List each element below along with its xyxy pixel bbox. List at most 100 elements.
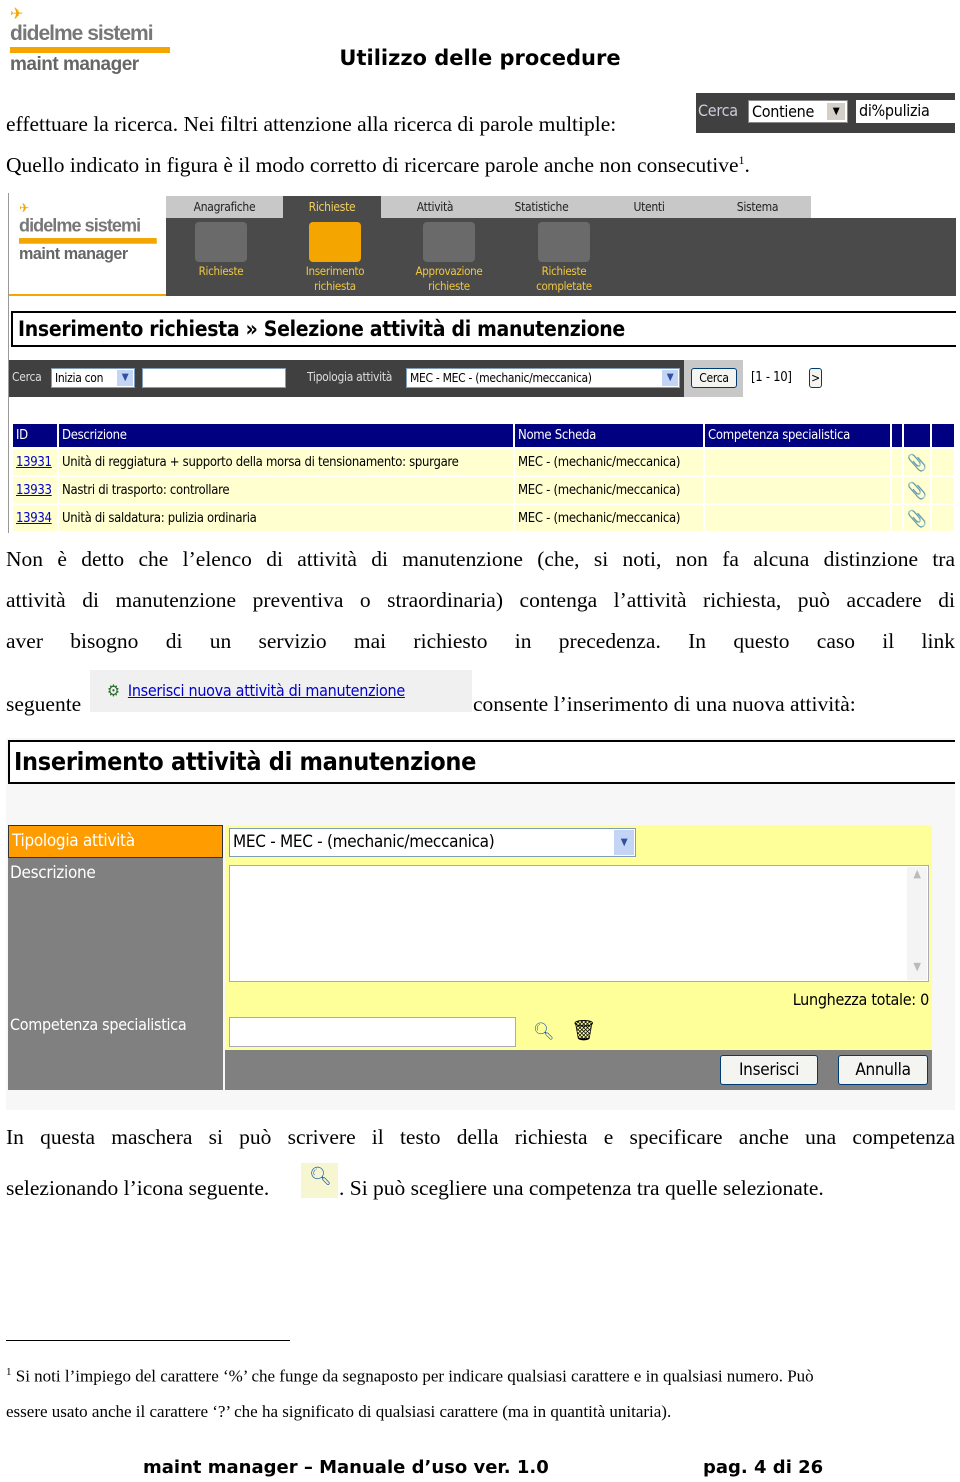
footnote-line-2: essere usato anche il carattere ‘?’ che … bbox=[6, 1402, 672, 1421]
tipologia-select[interactable]: MEC - MEC - (mechanic/meccanica) ▼ bbox=[229, 828, 636, 857]
para2-line-2-end: . Si può scegliere una competenza tra qu… bbox=[339, 1176, 824, 1200]
tab-attivita[interactable]: Attività bbox=[381, 196, 489, 218]
column-header-extra bbox=[892, 424, 902, 447]
table-row: 13931 Unità di reggiatura + supporto del… bbox=[13, 449, 954, 475]
table-row: 13934 Unità di saldatura: pulizia ordina… bbox=[13, 505, 954, 531]
row-id-link[interactable]: 13934 bbox=[16, 511, 52, 526]
competenza-label: Competenza specialistica bbox=[10, 1015, 187, 1034]
row-competenza bbox=[705, 505, 890, 531]
footer-page-number: pag. 4 di 26 bbox=[703, 1457, 824, 1478]
paperclip-icon[interactable]: 📎 bbox=[904, 505, 930, 531]
nav-richieste[interactable]: Richieste bbox=[171, 222, 271, 279]
chevron-down-icon: ▼ bbox=[662, 370, 678, 386]
row-id-link[interactable]: 13933 bbox=[16, 483, 52, 498]
inserisci-button[interactable]: Inserisci bbox=[720, 1055, 818, 1085]
screenshot-selezione-attivita: ✈ didelme sistemi maint manager Anagrafi… bbox=[8, 193, 956, 533]
row-id-link[interactable]: 13931 bbox=[16, 455, 52, 470]
activity-table: ID Descrizione Nome Scheda Competenza sp… bbox=[11, 422, 956, 533]
intro-line-1: effettuare la ricerca. Nei filtri attenz… bbox=[6, 112, 617, 136]
nav-panel: Richieste Inserimento richiesta Approvazi… bbox=[166, 218, 956, 296]
textarea-scrollbar[interactable]: ▲ ▼ bbox=[907, 867, 927, 980]
row-scheda: MEC - (mechanic/meccanica) bbox=[518, 510, 681, 526]
page-header-title: Utilizzo delle procedure bbox=[339, 46, 621, 70]
search-example-image: Cerca Contiene ▼ di%pulizia bbox=[696, 93, 955, 133]
nav-approvazione-richieste[interactable]: Approvazione richieste bbox=[399, 222, 499, 294]
footnote-divider bbox=[6, 1340, 290, 1341]
chevron-down-icon: ▼ bbox=[614, 830, 634, 855]
row-scheda: MEC - (mechanic/meccanica) bbox=[518, 454, 681, 470]
footnote-line-1: 1 Si noti l’impiego del carattere ‘%’ ch… bbox=[6, 1366, 814, 1386]
tipologia-label: Tipologia attività bbox=[307, 370, 393, 384]
search-mode-select: Contiene ▼ bbox=[748, 100, 848, 123]
add-activity-icon: ⚙ bbox=[107, 681, 120, 700]
row-competenza bbox=[705, 477, 890, 503]
magnifier-icon: 🔍︎ bbox=[301, 1163, 338, 1198]
para1-line-4-start: seguente bbox=[6, 692, 82, 716]
chevron-down-icon: ▼ bbox=[117, 370, 133, 386]
stamp-icon bbox=[423, 222, 475, 262]
lunghezza-totale: Lunghezza totale: 0 bbox=[792, 990, 930, 1009]
documents-icon bbox=[538, 222, 590, 262]
screenshot-inserimento-attivita: Inserimento attività di manutenzione Tip… bbox=[6, 738, 955, 1110]
row-scheda: MEC - (mechanic/meccanica) bbox=[518, 482, 681, 498]
search-mode-select[interactable]: Inizia con ▼ bbox=[51, 368, 135, 388]
logo-text: didelme sistemi bbox=[10, 22, 154, 45]
descrizione-label: Descrizione bbox=[10, 863, 96, 883]
intro-line-2: Quello indicato in figura è il modo corr… bbox=[6, 153, 750, 178]
cerca-button[interactable]: Cerca bbox=[691, 368, 737, 388]
page-range: [1 - 10] bbox=[751, 370, 792, 385]
para1-line-1: Non è detto che l’elenco di attività di … bbox=[6, 547, 955, 571]
new-activity-link-image: ⚙ Inserisci nuova attività di manutenzio… bbox=[90, 670, 472, 712]
app-logo: ✈ didelme sistemi maint manager bbox=[19, 201, 157, 264]
column-header-competenza[interactable]: Competenza specialistica bbox=[705, 424, 890, 447]
trash-icon[interactable]: 🗑︎ bbox=[571, 1018, 596, 1042]
row-descrizione: Unità di reggiatura + supporto della mor… bbox=[62, 454, 459, 470]
table-row: 13933 Nastri di trasporto: controllare M… bbox=[13, 477, 954, 503]
para1-line-4-end: consente l’inserimento di una nuova atti… bbox=[473, 692, 856, 716]
phone-document-icon bbox=[195, 222, 247, 262]
annulla-button[interactable]: Annulla bbox=[838, 1055, 928, 1085]
competenza-input[interactable] bbox=[229, 1017, 516, 1047]
row-competenza bbox=[705, 449, 890, 475]
page-title: Inserimento richiesta » Selezione attivi… bbox=[11, 311, 956, 347]
filter-bar: Cerca Inizia con ▼ Tipologia attività MEC… bbox=[9, 360, 684, 397]
tipologia-select[interactable]: MEC - MEC - (mechanic/meccanica) ▼ bbox=[406, 368, 680, 388]
search-value: di%pulizia bbox=[856, 100, 955, 123]
tipologia-label: Tipologia attività bbox=[8, 825, 223, 858]
column-header-attachment bbox=[904, 424, 930, 447]
column-header-nome-scheda[interactable]: Nome Scheda bbox=[515, 424, 703, 447]
descrizione-textarea[interactable] bbox=[229, 865, 929, 982]
row-descrizione: Nastri di trasporto: controllare bbox=[62, 482, 230, 498]
row-descrizione: Unità di saldatura: pulizia ordinaria bbox=[62, 510, 257, 526]
scroll-up-icon: ▲ bbox=[913, 867, 921, 880]
footer-manual-title: maint manager – Manuale d’uso ver. 1.0 bbox=[143, 1457, 549, 1478]
tab-anagrafiche[interactable]: Anagrafiche bbox=[166, 196, 283, 218]
paperclip-document-icon[interactable]: 📎 bbox=[904, 477, 930, 503]
tab-statistiche[interactable]: Statistiche bbox=[489, 196, 594, 218]
para1-line-3: aver bisogno di un servizio mai richiest… bbox=[6, 629, 955, 653]
tab-bar: Anagrafiche Richieste Attività Statistic… bbox=[166, 196, 811, 218]
tab-richieste[interactable]: Richieste bbox=[283, 196, 381, 218]
search-input[interactable] bbox=[142, 368, 286, 388]
search-magnifier-icon[interactable]: 🔍︎ bbox=[533, 1022, 555, 1042]
next-page-button[interactable]: > bbox=[809, 368, 822, 388]
para2-line-2-start: selezionando l’icona seguente. bbox=[6, 1176, 270, 1200]
search-label: Cerca bbox=[698, 101, 738, 120]
nav-richieste-completate[interactable]: Richieste completate bbox=[514, 222, 614, 294]
pen-phone-icon bbox=[309, 222, 361, 262]
column-header-descrizione[interactable]: Descrizione bbox=[59, 424, 513, 447]
column-header-id[interactable]: ID bbox=[13, 424, 57, 447]
para2-line-1: In questa maschera si può scrivere il te… bbox=[6, 1125, 955, 1149]
chevron-down-icon: ▼ bbox=[827, 103, 845, 120]
tab-sistema[interactable]: Sistema bbox=[704, 196, 811, 218]
cerca-label: Cerca bbox=[12, 370, 42, 384]
para1-line-2: attività di manutenzione preventiva o st… bbox=[6, 588, 955, 612]
logo-underline bbox=[9, 294, 166, 296]
paperclip-icon[interactable]: 📎 bbox=[904, 449, 930, 475]
nav-inserimento-richiesta[interactable]: Inserimento richiesta bbox=[285, 222, 385, 294]
logo-swoosh-icon: ✈ bbox=[19, 201, 29, 217]
new-activity-link[interactable]: Inserisci nuova attività di manutenzione bbox=[128, 681, 405, 700]
tab-utenti[interactable]: Utenti bbox=[594, 196, 704, 218]
form-title: Inserimento attività di manutenzione bbox=[8, 740, 955, 784]
scroll-down-icon: ▼ bbox=[913, 960, 921, 973]
